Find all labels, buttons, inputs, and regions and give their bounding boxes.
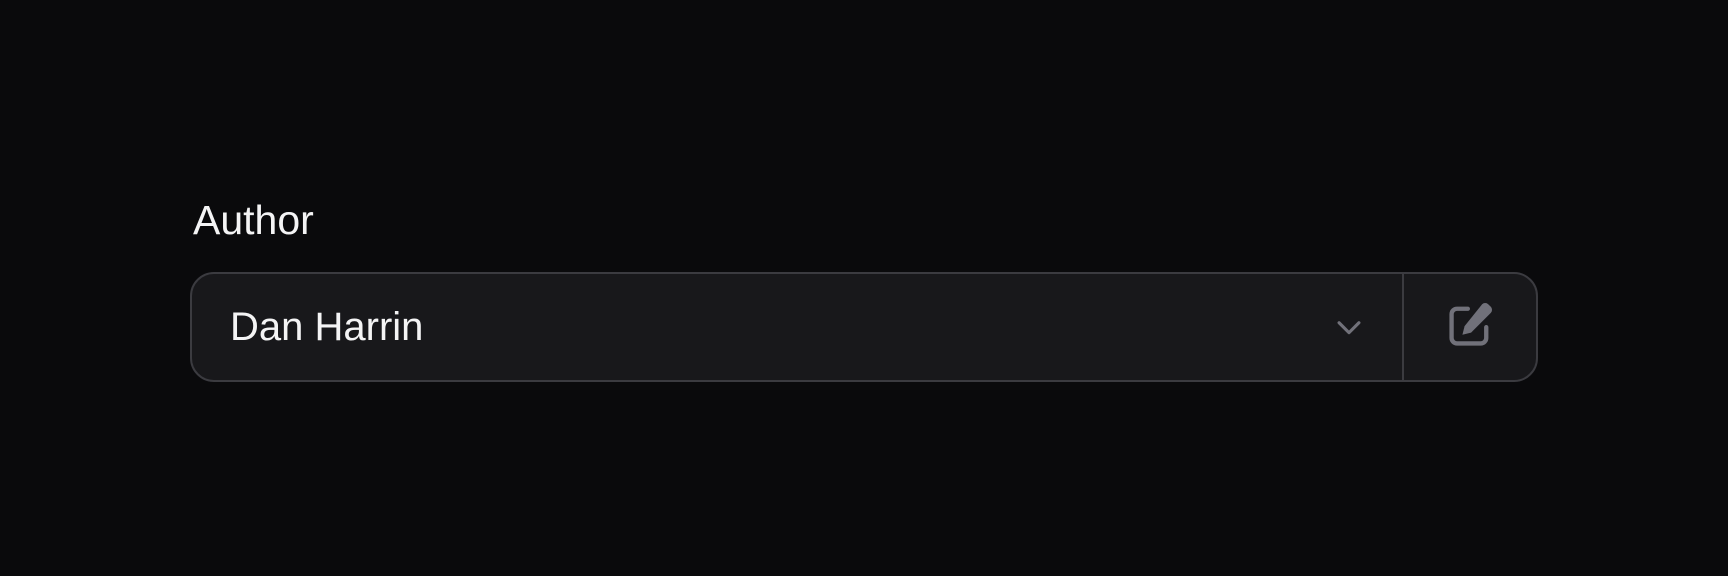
author-label: Author	[193, 197, 314, 243]
pencil-square-icon	[1444, 299, 1496, 356]
author-select-value: Dan Harrin	[230, 304, 424, 349]
edit-author-button[interactable]	[1404, 274, 1536, 380]
author-field: Author Dan Harrin	[190, 196, 1538, 382]
author-select[interactable]: Dan Harrin	[192, 274, 1402, 380]
chevron-down-icon	[1332, 310, 1366, 344]
author-control: Dan Harrin	[190, 272, 1538, 382]
